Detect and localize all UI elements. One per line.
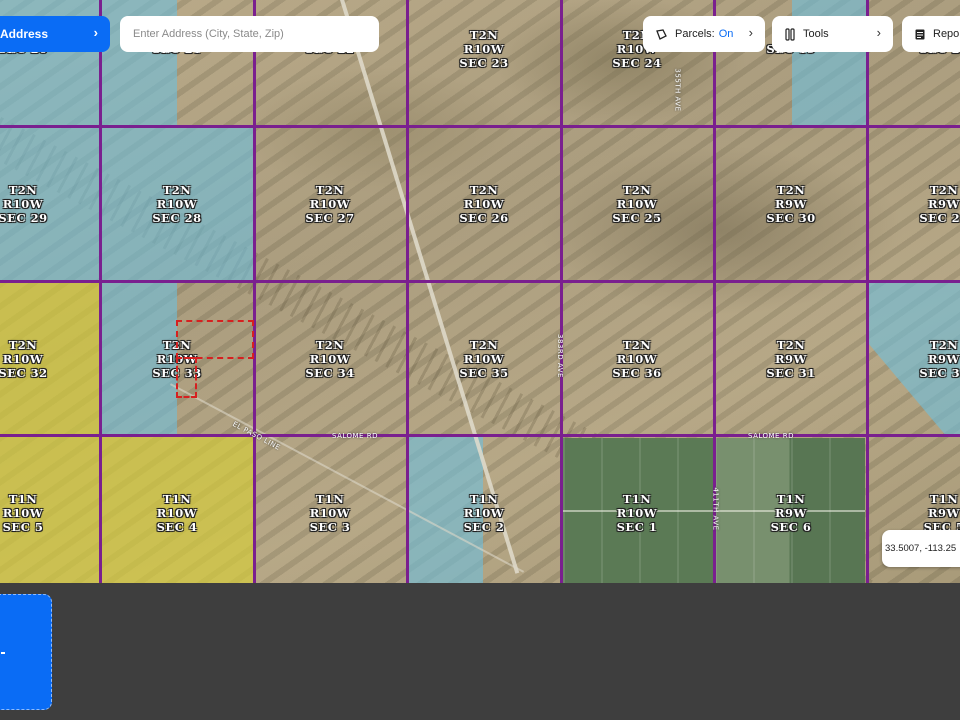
address-input[interactable] (120, 16, 379, 52)
road-label: 383RD AVE (555, 334, 564, 378)
section-label[interactable]: T2N R10W SEC 23 (439, 28, 529, 70)
section-grid-line (406, 0, 409, 583)
section-label[interactable]: T1N R10W SEC 2 (439, 492, 529, 534)
section-grid-line (253, 0, 256, 583)
section-label[interactable]: T2N R9W SEC 31 (746, 338, 836, 380)
section-label[interactable]: T2N R10W SEC 36 (592, 338, 682, 380)
section-grid-line (866, 0, 869, 583)
road-label: 411TH AVE (711, 487, 720, 531)
section-label[interactable]: T2N R10W SEC 25 (592, 183, 682, 225)
parcels-toggle-button[interactable]: Parcels: On › (643, 16, 765, 52)
bottom-panel (0, 583, 960, 720)
section-grid-line (560, 0, 563, 583)
section-label[interactable]: T1NR9WSEC 5 (899, 492, 960, 534)
address-button-label: Address (0, 27, 49, 41)
satellite-map[interactable]: EL PASO LINE SALOME RD SALOME RD 383RD A… (0, 0, 960, 583)
selected-parcel-outline[interactable] (176, 357, 197, 398)
tools-label: Tools (803, 28, 829, 40)
section-label[interactable]: T2NR9WSEC 32 (899, 338, 960, 380)
section-label[interactable]: T1N R9W SEC 6 (746, 492, 836, 534)
section-label[interactable]: T1N R10W SEC 5 (0, 492, 68, 534)
parcel-map-app: EL PASO LINE SALOME RD SALOME RD 383RD A… (0, 0, 960, 720)
chevron-right-icon: › (93, 25, 98, 40)
section-label[interactable]: T1N R10W SEC 4 (132, 492, 222, 534)
section-label[interactable]: T2N R10W SEC 32 (0, 338, 68, 380)
tools-button[interactable]: Tools › (772, 16, 893, 52)
section-grid-line (0, 434, 960, 437)
road-label: SALOME RD (748, 432, 794, 440)
parcels-status: On (718, 28, 734, 40)
coordinate-value: 33.5007, -113.25 (885, 543, 957, 554)
report-icon (914, 28, 926, 41)
chevron-right-icon: › (748, 25, 753, 40)
section-label[interactable]: T2NR9WSEC 29 (899, 183, 960, 225)
section-label[interactable]: T2N R10W SEC 28 (132, 183, 222, 225)
section-grid-line (99, 0, 102, 583)
coordinate-readout: 33.5007, -113.25 (882, 530, 960, 567)
side-drawer-button[interactable] (0, 594, 52, 710)
road-label: 355TH AVE (673, 68, 682, 112)
section-label[interactable]: T2N R10W SEC 26 (439, 183, 529, 225)
section-grid-line (0, 125, 960, 128)
section-label[interactable]: T1N R10W SEC 3 (285, 492, 375, 534)
section-label[interactable]: T2N R10W SEC 35 (439, 338, 529, 380)
section-label[interactable]: T1N R10W SEC 1 (592, 492, 682, 534)
tools-icon (784, 27, 796, 41)
section-grid-line (0, 280, 960, 283)
section-label[interactable]: T2N R10W SEC 29 (0, 183, 68, 225)
report-label: Repo (933, 28, 960, 40)
section-label[interactable]: T2N R10W SEC 27 (285, 183, 375, 225)
report-button[interactable]: Repo (902, 16, 960, 52)
address-search-button[interactable]: Address › (0, 16, 110, 52)
selected-parcel-outline[interactable] (176, 320, 254, 359)
road-label: SALOME RD (332, 432, 378, 440)
parcels-label: Parcels: (675, 28, 715, 40)
parcel-shape-icon (655, 28, 668, 41)
section-label[interactable]: T2N R10W SEC 34 (285, 338, 375, 380)
minus-icon (1, 652, 5, 654)
section-label[interactable]: T2N R9W SEC 30 (746, 183, 836, 225)
chevron-right-icon: › (876, 25, 881, 40)
